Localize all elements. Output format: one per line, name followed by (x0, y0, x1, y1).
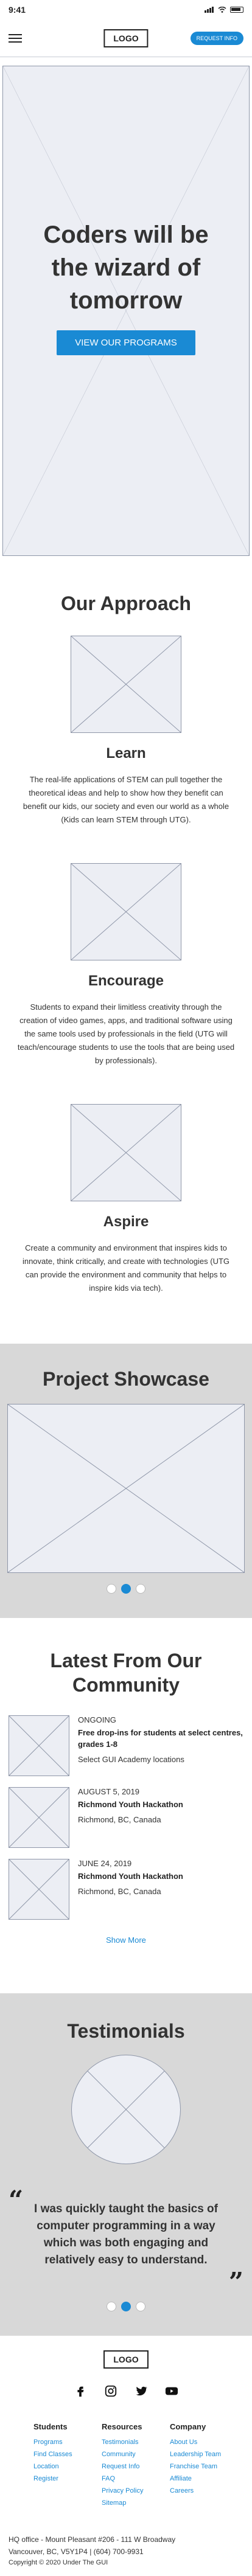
feature-image-placeholder (71, 636, 181, 733)
footer: LOGO Students Programs Find Classes Loca… (0, 2336, 252, 2576)
footer-link[interactable]: Find Classes (33, 2448, 88, 2460)
news-location: Select GUI Academy locations (78, 1755, 184, 1764)
view-programs-button[interactable]: VIEW OUR PROGRAMS (57, 330, 195, 355)
carousel-dot-1[interactable] (107, 1584, 116, 1594)
testimonial-quote-block: “ I was quickly taught the basics of com… (9, 2185, 243, 2297)
carousel-dot-2[interactable] (121, 1584, 131, 1594)
twitter-icon[interactable] (135, 2384, 148, 2398)
carousel-dot-3[interactable] (136, 1584, 145, 1594)
request-info-button[interactable]: REQUEST INFO (190, 31, 243, 45)
footer-link[interactable]: Programs (33, 2436, 88, 2448)
footer-column-students: Students Programs Find Classes Location … (33, 2422, 88, 2509)
wifi-icon (218, 7, 226, 13)
footer-column-title: Students (33, 2422, 68, 2431)
copyright: Copyright © 2020 Under The GUI (9, 2559, 108, 2566)
feature-title: Aspire (103, 1213, 149, 1230)
footer-link[interactable]: Request Info (102, 2460, 156, 2473)
footer-link[interactable]: Affiliate (170, 2473, 225, 2485)
list-item[interactable]: AUGUST 5, 2019 Richmond Youth Hackathon … (9, 1787, 243, 1848)
news-item-title[interactable]: Richmond Youth Hackathon (78, 1870, 183, 1882)
feature-text: The real-life applications of STEM can p… (23, 775, 229, 824)
signal-icon (205, 7, 214, 13)
feature-text: Students to expand their limitless creat… (17, 1002, 235, 1065)
testimonials-title: Testimonials (67, 2020, 185, 2042)
close-quote-icon: ” (228, 2267, 243, 2297)
logo[interactable]: LOGO (103, 29, 149, 47)
footer-link[interactable]: Careers (170, 2485, 225, 2497)
news-thumbnail (9, 1715, 69, 1776)
footer-column-resources: Resources Testimonials Community Request… (102, 2422, 156, 2509)
top-nav: LOGO REQUEST INFO (0, 19, 252, 57)
office-address-line: Vancouver, BC, V5Y1P4 | (604) 700-9931 (9, 2547, 144, 2556)
news-thumbnail (9, 1787, 69, 1848)
feature-text: Create a community and environment that … (22, 1243, 230, 1293)
avatar (71, 2055, 181, 2164)
footer-link[interactable]: About Us (170, 2436, 225, 2448)
footer-link[interactable]: Location (33, 2460, 88, 2473)
news-date: AUGUST 5, 2019 (78, 1787, 139, 1796)
footer-link[interactable]: Register (33, 2473, 88, 2485)
status-bar: 9:41 (0, 0, 252, 19)
footer-link[interactable]: Franchise Team (170, 2460, 225, 2473)
feature-image-placeholder (71, 863, 181, 960)
footer-link[interactable]: Leadership Team (170, 2448, 225, 2460)
footer-logo[interactable]: LOGO (103, 2350, 149, 2369)
battery-icon (230, 7, 243, 13)
office-address: HQ office - Mount Pleasant #206 - 111 W … (9, 2533, 243, 2558)
feature-title: Encourage (88, 973, 164, 989)
news-date: JUNE 24, 2019 (78, 1859, 132, 1868)
list-item[interactable]: ONGOING Free drop-ins for students at se… (9, 1715, 243, 1776)
feature-title: Learn (106, 745, 146, 762)
social-links (9, 2384, 243, 2398)
feature-image-placeholder (71, 1104, 181, 1201)
news-location: Richmond, BC, Canada (78, 1887, 161, 1896)
open-quote-icon: “ (9, 2185, 24, 2215)
news-thumbnail (9, 1859, 69, 1920)
showcase-title: Project Showcase (43, 1368, 209, 1390)
facebook-icon[interactable] (74, 2384, 87, 2398)
testimonial-dots (9, 2302, 243, 2311)
youtube-icon[interactable] (165, 2384, 178, 2398)
testimonial-quote: I was quickly taught the basics of compu… (34, 2203, 218, 2266)
testimonials-section: Testimonials “ I was quickly taught the … (0, 1993, 252, 2336)
footer-link[interactable]: Testimonials (102, 2436, 156, 2448)
testimonial-dot-2[interactable] (121, 2302, 131, 2311)
testimonial-dot-3[interactable] (136, 2302, 145, 2311)
feature-aspire: Aspire Create a community and environmen… (17, 1104, 235, 1295)
show-more-link[interactable]: Show More (9, 1935, 243, 1945)
news-title: Latest From Our Community (50, 1650, 202, 1696)
list-item[interactable]: JUNE 24, 2019 Richmond Youth Hackathon R… (9, 1859, 243, 1920)
testimonial-dot-1[interactable] (107, 2302, 116, 2311)
news-date: ONGOING (78, 1715, 116, 1724)
office-address-line: HQ office - Mount Pleasant #206 - 111 W … (9, 2535, 176, 2544)
status-icons (205, 7, 243, 13)
project-showcase-section: Project Showcase (0, 1344, 252, 1618)
carousel-dots (7, 1584, 245, 1594)
community-news-section: Latest From Our Community ONGOING Free d… (0, 1618, 252, 1975)
hero-banner: Coders will be the wizard of tomorrow VI… (2, 66, 250, 556)
footer-link-columns: Students Programs Find Classes Location … (9, 2422, 243, 2509)
news-item-title[interactable]: Free drop-ins for students at select cen… (78, 1727, 243, 1750)
hero-headline: Coders will be the wizard of tomorrow (43, 221, 209, 314)
feature-encourage: Encourage Students to expand their limit… (17, 863, 235, 1068)
footer-link[interactable]: FAQ (102, 2473, 156, 2485)
instagram-icon[interactable] (104, 2384, 117, 2398)
footer-column-title: Company (170, 2422, 206, 2431)
hamburger-menu-icon[interactable] (9, 33, 22, 43)
approach-section: Our Approach Learn The real-life applica… (0, 556, 252, 1325)
status-time: 9:41 (9, 5, 26, 15)
footer-column-title: Resources (102, 2422, 142, 2431)
showcase-carousel-image[interactable] (7, 1404, 245, 1573)
footer-link[interactable]: Community (102, 2448, 156, 2460)
news-location: Richmond, BC, Canada (78, 1815, 161, 1824)
feature-learn: Learn The real-life applications of STEM… (17, 636, 235, 827)
approach-title: Our Approach (61, 592, 191, 614)
news-item-title[interactable]: Richmond Youth Hackathon (78, 1799, 183, 1810)
footer-link[interactable]: Sitemap (102, 2497, 156, 2509)
footer-column-company: Company About Us Leadership Team Franchi… (170, 2422, 225, 2509)
footer-link[interactable]: Privacy Policy (102, 2485, 156, 2497)
